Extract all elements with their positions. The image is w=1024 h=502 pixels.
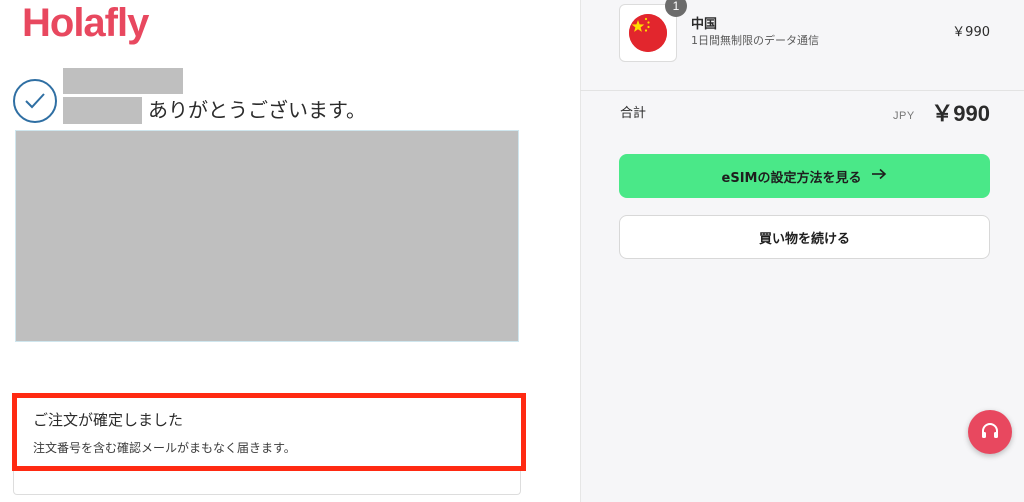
holafly-logo[interactable]: Holafly [22,0,149,46]
total-currency: JPY [893,110,915,122]
headset-icon [982,423,998,438]
checkmark-icon [13,79,57,123]
summary-divider [580,90,1024,91]
main-content: Holafly ありがとうございます。 ご注文が確定しました 注文番号を含む確認… [0,0,580,502]
order-confirmed-subtitle: 注文番号を含む確認メールがまもなく届きます。 [33,441,296,455]
next-section-box [13,471,521,495]
support-chat-button[interactable] [968,410,1012,454]
cart-item-price: ￥990 [952,25,990,40]
redacted-content-area [15,130,519,342]
thank-you-message: ありがとうございます。 [148,98,366,122]
redacted-block [63,68,183,94]
order-confirmed-title: ご注文が確定しました [33,411,184,429]
cart-item-description: 1日間無制限のデータ通信 [691,34,819,47]
total-label: 合計 [620,106,647,121]
order-confirmed-notice: ご注文が確定しました 注文番号を含む確認メールがまもなく届きます。 [12,393,526,471]
redacted-block [63,97,142,124]
continue-shopping-label: 買い物を続ける [758,231,850,247]
china-flag-icon [629,14,667,52]
total-amount: ￥990 [931,101,990,126]
cart-item-name: 中国 [691,17,718,32]
arrow-right-icon [871,168,887,184]
esim-setup-button-label: eSIMの設定方法を見る [721,170,862,186]
continue-shopping-button[interactable]: 買い物を続ける [619,215,990,259]
esim-setup-button[interactable]: eSIMの設定方法を見る [619,154,990,198]
